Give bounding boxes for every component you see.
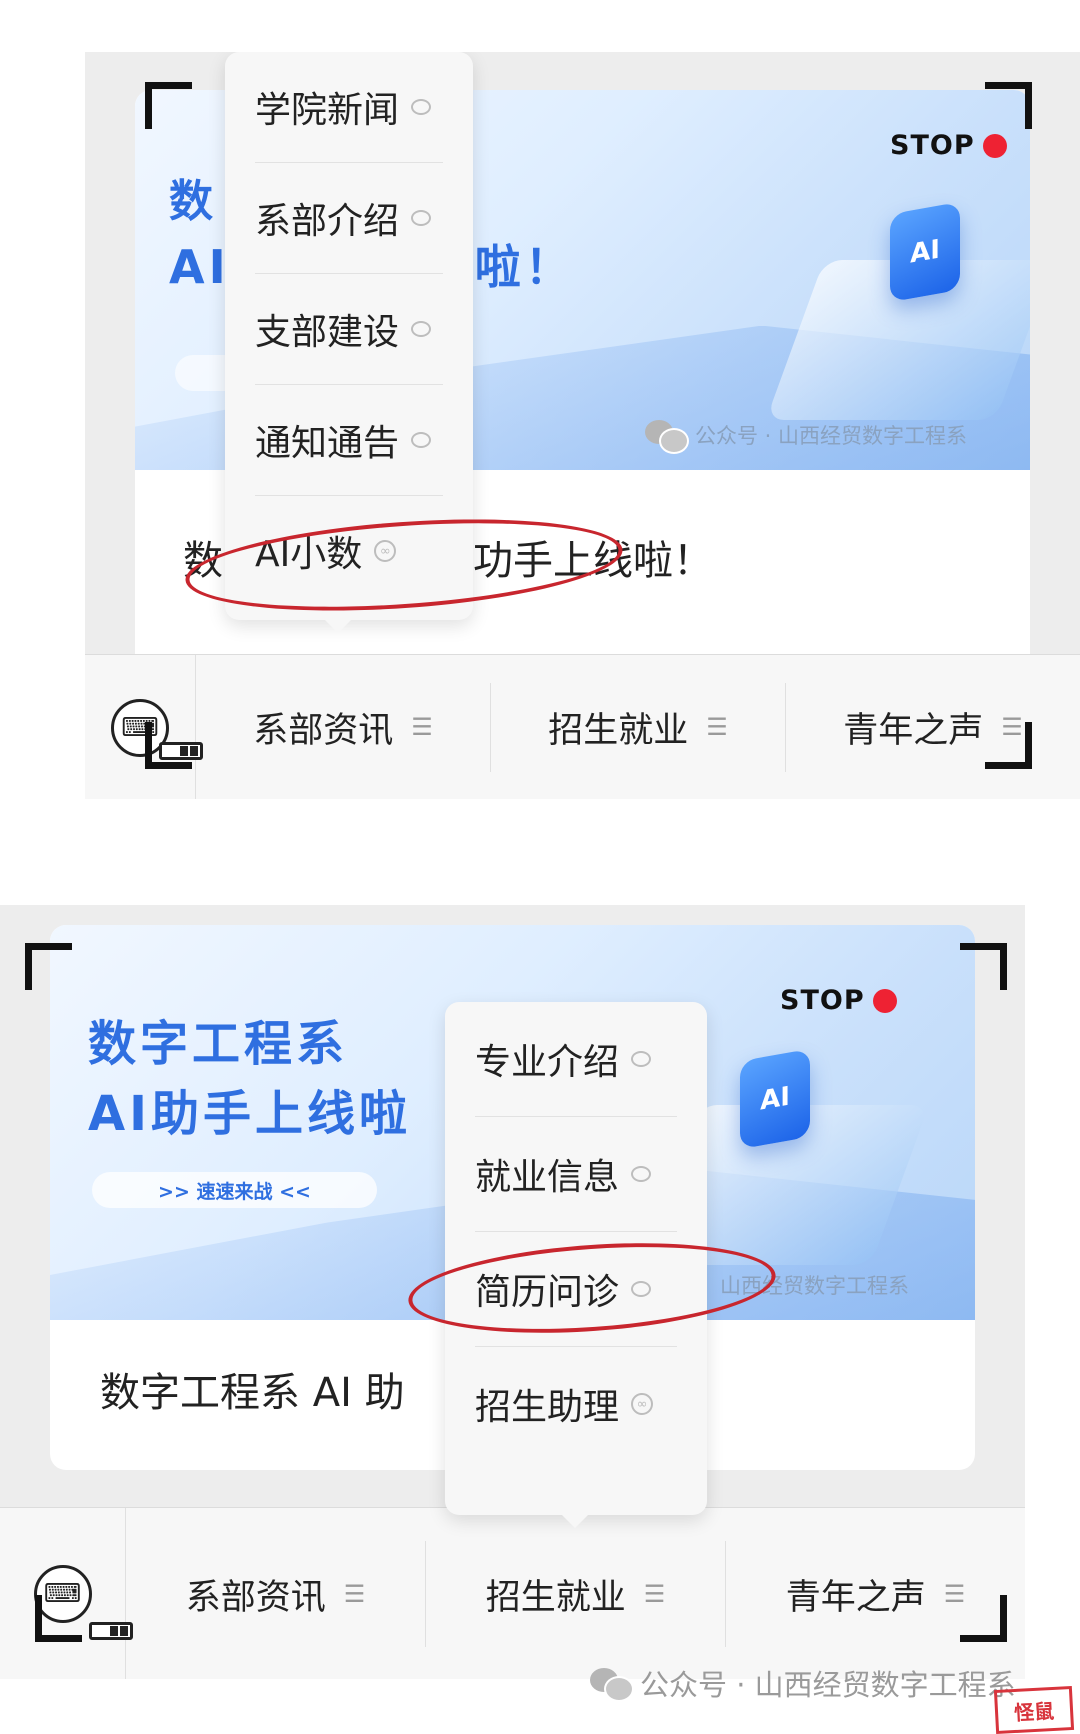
wechat-icon — [645, 420, 689, 454]
banner-title-line1: 数字工程系 — [88, 1016, 349, 1072]
battery-icon — [89, 1622, 133, 1640]
tab-department-news[interactable]: 系部资讯 ☰ — [196, 682, 491, 773]
menu-lines-icon: ☰ — [343, 1580, 366, 1608]
chat-bubble-icon — [411, 432, 432, 448]
viewfinder-corner-icon — [960, 943, 1007, 990]
stop-label: STOP — [890, 130, 975, 161]
chat-bubble-icon — [631, 1051, 652, 1067]
record-dot-icon — [872, 988, 897, 1013]
banner-watermark: 公众号 · 山西经贸数字工程系 — [645, 420, 967, 454]
banner-title-line2: AI助手上线啦 — [88, 1085, 412, 1142]
bottom-menu-bar: ⌨ 系部资讯 ☰ 招生就业 ☰ 青年之声 ☰ — [0, 1507, 1025, 1679]
mini-program-icon: ∞ — [631, 1393, 654, 1415]
menu-item-college-news[interactable]: 学院新闻 — [255, 52, 443, 163]
tab-admissions-jobs[interactable]: 招生就业 ☰ — [426, 1540, 726, 1648]
viewfinder-corner-icon — [25, 943, 72, 990]
viewfinder-corner-icon — [145, 722, 192, 769]
keyboard-toggle-button[interactable]: ⌨ — [0, 1508, 133, 1679]
menu-item-job-info[interactable]: 就业信息 — [475, 1117, 677, 1232]
menu-lines-icon: ☰ — [411, 713, 433, 742]
stop-indicator: STOP — [780, 985, 897, 1016]
menu-lines-icon: ☰ — [643, 1580, 666, 1608]
menu-item-department-intro[interactable]: 系部介绍 — [255, 163, 443, 274]
wechat-icon — [590, 1668, 634, 1702]
ai-chip-icon: AI — [740, 1048, 810, 1150]
top-screenshot: AI STOP 数 AI 啦！ 公众号 · 山西经贸数字工程系 数功手上线啦！ 学… — [85, 52, 1080, 799]
stop-indicator: STOP — [890, 130, 1007, 161]
ai-chip-icon: AI — [890, 201, 960, 303]
menu-item-notices[interactable]: 通知通告 — [255, 385, 443, 496]
menu-item-branch-building[interactable]: 支部建设 — [255, 274, 443, 385]
bottom-screenshot: AI STOP 数字工程系 AI助手上线啦 >> 速速来战 << 山西经贸数字工… — [0, 905, 1025, 1679]
viewfinder-corner-icon — [35, 1595, 82, 1642]
bottom-menu-bar: ⌨ 系部资讯 ☰ 招生就业 ☰ 青年之声 ☰ — [85, 654, 1080, 799]
tab-department-news[interactable]: 系部资讯 ☰ — [126, 1540, 426, 1648]
banner-cta: >> 速速来战 << — [92, 1172, 377, 1208]
viewfinder-corner-icon — [985, 722, 1032, 769]
chat-bubble-icon — [411, 210, 432, 226]
banner-title: 数字工程系 AI助手上线啦 — [88, 1010, 411, 1149]
seal-stamp: 怪鼠 — [993, 1685, 1075, 1734]
page-watermark: 公众号 · 山西经贸数字工程系 — [590, 1662, 1016, 1704]
menu-item-major-intro[interactable]: 专业介绍 — [475, 1002, 677, 1117]
viewfinder-corner-icon — [960, 1595, 1007, 1642]
stop-label: STOP — [780, 985, 865, 1016]
tab-youth-voice[interactable]: 青年之声 ☰ — [786, 683, 1080, 773]
article-caption: 数字工程系 AI 助 — [100, 1370, 405, 1416]
menu-item-admissions-assistant[interactable]: 招生助理 ∞ — [475, 1347, 677, 1461]
chat-bubble-icon — [411, 99, 432, 115]
chat-bubble-icon — [411, 321, 432, 337]
menu-lines-icon: ☰ — [706, 713, 728, 742]
chat-bubble-icon — [631, 1166, 652, 1182]
viewfinder-corner-icon — [145, 82, 192, 129]
viewfinder-corner-icon — [985, 82, 1032, 129]
record-dot-icon — [982, 133, 1007, 158]
tab-admissions-jobs[interactable]: 招生就业 ☰ — [491, 682, 786, 773]
